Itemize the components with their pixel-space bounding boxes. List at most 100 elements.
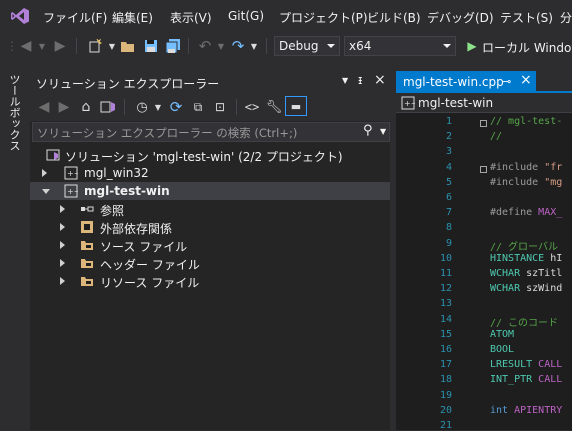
line-number: 15 [439, 328, 452, 340]
window-position-dropdown-icon[interactable]: ▼ [342, 76, 348, 85]
line-number: 14 [439, 313, 452, 325]
menu-bar: ファイル(F) 編集(E) 表示(V) Git(G) プロジェクト(P) ビルド… [0, 0, 572, 32]
tree-node-source-files[interactable]: ソース ファイル [30, 236, 390, 254]
line-number: 10 [439, 252, 452, 264]
pin-icon[interactable]: ᵻ [358, 73, 362, 87]
expand-arrow-icon[interactable] [60, 259, 65, 267]
line-number: 13 [439, 298, 452, 310]
tree-node-header-files[interactable]: ヘッダー ファイル [30, 254, 390, 272]
menu-more[interactable]: 分 [560, 9, 572, 26]
dropdown-arrow-icon[interactable]: ▼ [104, 38, 120, 54]
expand-arrow-icon[interactable] [60, 223, 65, 231]
menu-edit[interactable]: 編集(E) [112, 9, 153, 26]
line-number: 5 [445, 176, 452, 188]
line-number: 19 [439, 389, 452, 401]
close-icon[interactable]: × [374, 72, 386, 88]
home-icon[interactable]: ⌂ [78, 99, 94, 115]
pending-changes-filter-icon[interactable]: ◷ [134, 99, 150, 115]
menu-file[interactable]: ファイル(F) [43, 9, 107, 26]
switch-views-icon[interactable] [100, 99, 116, 115]
menu-build[interactable]: ビルド(B) [367, 9, 421, 26]
collapse-arrow-icon[interactable] [42, 189, 50, 194]
solution-platform-combo[interactable]: x64 [344, 36, 456, 56]
tree-label: 外部依存関係 [100, 222, 173, 236]
open-folder-icon[interactable] [120, 38, 136, 54]
visual-studio-logo-icon[interactable] [10, 7, 30, 25]
nav-scope-combo[interactable]: mgl-test-win [418, 96, 493, 110]
toolbar-separator [266, 38, 267, 54]
navigate-back-icon[interactable]: ◀ [18, 38, 34, 54]
forward-icon[interactable]: ▶ [56, 99, 72, 115]
redo-icon[interactable]: ↷ [230, 37, 246, 55]
expand-arrow-icon[interactable] [60, 277, 65, 285]
line-number: 4 [445, 161, 452, 173]
dropdown-arrow-icon[interactable]: ▼ [150, 99, 166, 115]
menu-debug[interactable]: デバッグ(D) [427, 9, 494, 26]
solution-configuration-combo[interactable]: Debug [274, 36, 340, 56]
save-all-icon[interactable] [165, 38, 181, 54]
fold-toggle-icon[interactable] [480, 165, 487, 173]
search-icon[interactable]: ⚲ [363, 123, 373, 138]
toolbox-side-tab[interactable]: ツールボックス [0, 66, 22, 430]
sync-icon[interactable]: ⟳ [168, 98, 184, 116]
close-icon[interactable]: × [520, 72, 532, 88]
folder-icon [81, 241, 93, 250]
fold-toggle-icon[interactable] [480, 120, 487, 127]
menu-view[interactable]: 表示(V) [170, 9, 212, 26]
expand-arrow-icon[interactable] [60, 205, 65, 213]
view-code-icon[interactable]: <> [244, 99, 260, 115]
expand-arrow-icon[interactable] [42, 169, 47, 177]
line-number: 7 [445, 207, 452, 219]
dropdown-arrow-icon[interactable]: ▼ [213, 38, 229, 54]
collapse-all-icon[interactable]: ⧉ [190, 99, 206, 115]
code-token: hI [550, 252, 563, 264]
expand-arrow-icon[interactable] [60, 241, 65, 249]
undo-icon[interactable]: ↶ [197, 37, 213, 55]
save-icon[interactable] [143, 38, 159, 54]
project-icon: ++ [64, 166, 78, 180]
line-number: 12 [439, 283, 452, 295]
start-debugging-icon[interactable]: ▶ [464, 38, 480, 54]
standard-toolbar: ⋮ ◀ ▼ ▶ ▼ ↶ ▼ ↷ ▼ Debug x64 ▶ ローカル Windo… [0, 32, 572, 60]
project-icon: ++ [401, 96, 415, 110]
preview-selected-items-icon[interactable]: ▬ [285, 96, 307, 116]
code-line: #include "fr [490, 162, 562, 173]
show-all-files-icon[interactable]: ⊡ [212, 99, 228, 115]
tree-node-references[interactable]: 参照 [30, 200, 390, 218]
toolbar-separator [236, 99, 237, 115]
solution-explorer-title-bar: ソリューション エクスプローラー ▼ ᵻ × [30, 71, 390, 93]
tree-node-project[interactable]: ++ mgl_win32 [30, 164, 390, 182]
properties-wrench-icon[interactable]: 🔧︎ [266, 99, 283, 115]
tab-pin-icon[interactable]: ⊸ [502, 75, 511, 88]
navigation-bar[interactable]: ++ mgl-test-win [396, 93, 572, 113]
run-target-label[interactable]: ローカル Windows [482, 39, 572, 56]
tree-label: mgl_win32 [84, 166, 149, 180]
tab-mgl-test-win-cpp[interactable]: mgl-test-win.cpp ⊸ × [396, 71, 536, 93]
toolbar-separator [188, 38, 189, 54]
tree-node-resource-files[interactable]: リソース ファイル [30, 272, 390, 290]
dropdown-arrow-icon[interactable]: ▼ [34, 38, 50, 54]
menu-git[interactable]: Git(G) [228, 9, 264, 23]
menu-project[interactable]: プロジェクト(P) [279, 9, 368, 26]
tree-node-project-selected[interactable]: ++ mgl-test-win [30, 182, 390, 200]
solution-icon [46, 149, 60, 161]
code-line: ATOM [490, 329, 514, 340]
code-token: BOOL [490, 344, 515, 355]
new-item-icon[interactable] [87, 38, 103, 54]
code-token: APIENTRY [514, 404, 563, 416]
search-options-dropdown-icon[interactable]: ▼ [380, 127, 386, 136]
solution-explorer-search-input[interactable]: ソリューション エクスプローラー の検索 (Ctrl+;) ⚲ ▼ [32, 122, 390, 142]
dropdown-arrow-icon[interactable]: ▼ [246, 38, 262, 54]
tree-node-external-dependencies[interactable]: 外部依存関係 [30, 218, 390, 236]
toolbox-tab-label[interactable]: ツールボックス [6, 74, 22, 151]
search-placeholder: ソリューション エクスプローラー の検索 (Ctrl+;) [37, 126, 298, 140]
tree-node-solution[interactable]: ソリューション 'mgl-test-win' (2/2 プロジェクト) [30, 146, 390, 164]
menu-test[interactable]: テスト(S) [500, 9, 553, 26]
toolbar-separator [76, 38, 77, 54]
navigate-forward-icon[interactable]: ▶ [52, 38, 68, 54]
code-text-area[interactable]: 1 // mgl-test- 2 // 3 4 #include "fr 5 #include … [396, 114, 572, 431]
code-token: szTitl [526, 268, 563, 279]
code-editor: mgl-test-win.cpp ⊸ × ++ mgl-test-win 1 //… [396, 71, 572, 431]
back-icon[interactable]: ◀ [36, 99, 52, 115]
code-token: #include [490, 176, 545, 188]
